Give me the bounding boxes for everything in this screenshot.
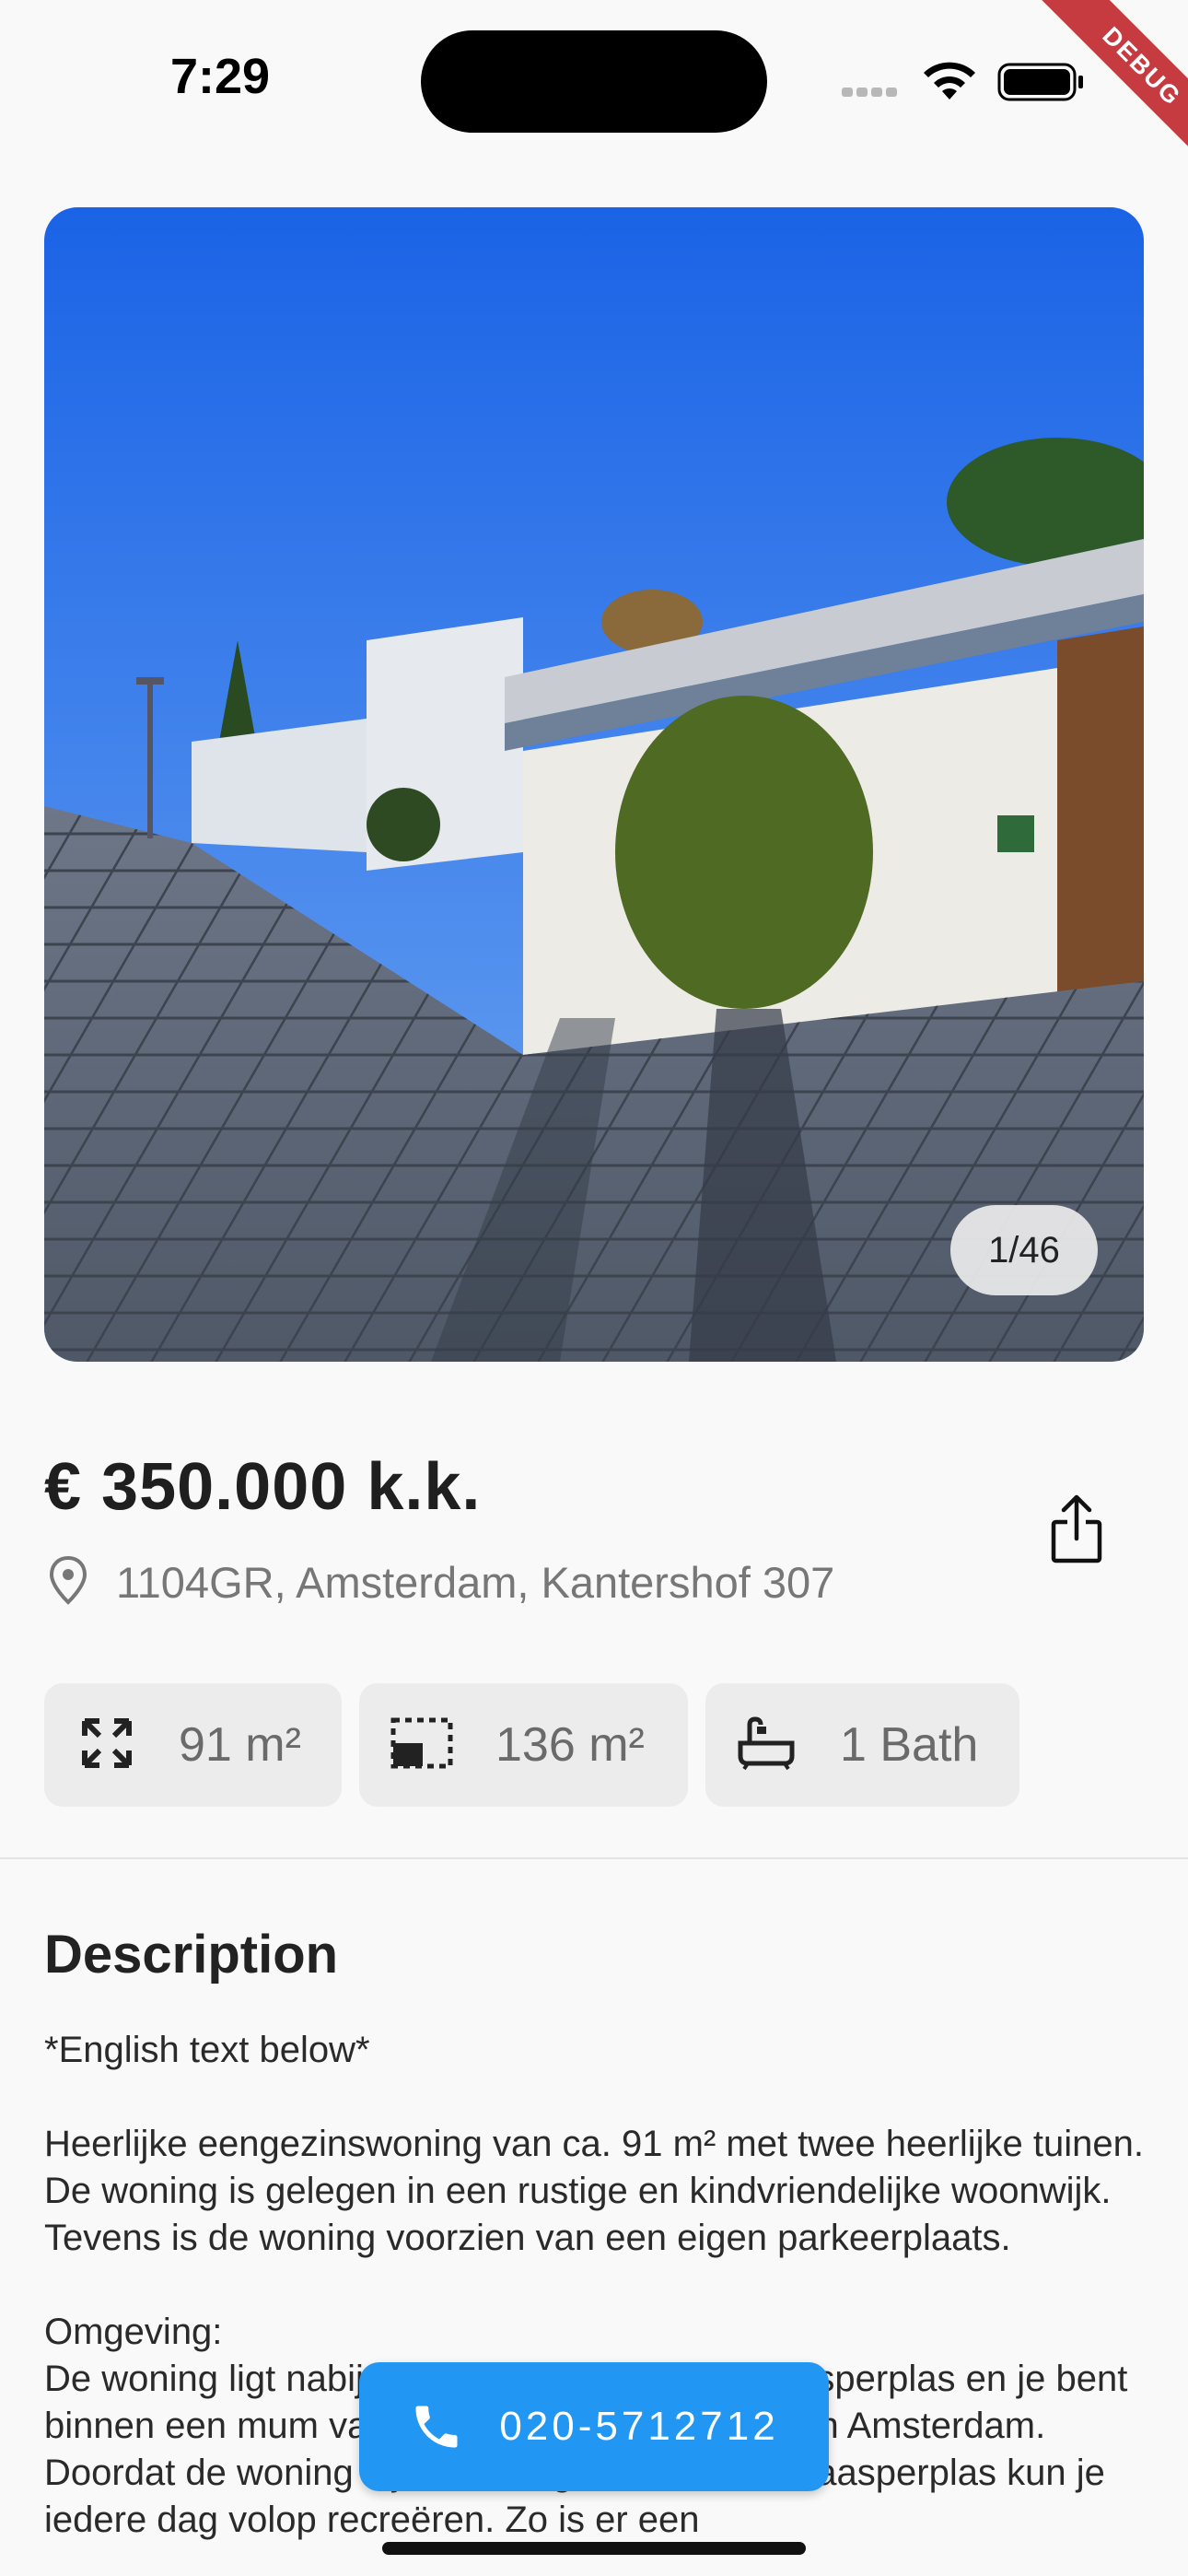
dynamic-island [421,30,767,133]
feature-chip-label: 136 m² [495,1718,645,1772]
address-row: 1104GR, Amsterdam, Kantershof 307 [48,1555,834,1610]
share-icon [1051,1494,1102,1563]
battery-icon [997,63,1086,106]
feature-chip-label: 91 m² [179,1718,301,1772]
cellular-signal-icon [842,85,901,101]
plot-area-icon [390,1717,453,1774]
phone-icon [409,2399,464,2454]
section-divider [0,1857,1188,1859]
feature-chip-living-area: 91 m² [44,1683,342,1807]
status-bar: 7:29 DEBUG [0,0,1188,175]
feature-chip-plot-area: 136 m² [359,1683,688,1807]
photo-counter: 1/46 [950,1205,1098,1295]
feature-chip-label: 1 Bath [840,1718,979,1772]
listing-address: 1104GR, Amsterdam, Kantershof 307 [116,1558,835,1607]
bathtub-icon [737,1715,796,1775]
feature-chips: 91 m² 136 m² 1 Bath [44,1683,1037,1807]
property-photo[interactable]: 1/46 [44,207,1144,1362]
listing-price: € 350.000 k.k. [44,1450,482,1524]
home-indicator [382,2542,806,2555]
expand-icon [81,1717,133,1774]
location-pin-icon [48,1555,88,1610]
wifi-icon [920,59,979,106]
share-button[interactable] [1045,1493,1108,1571]
status-time: 7:29 [170,49,271,104]
call-button[interactable]: 020-5712712 [359,2362,829,2491]
call-button-label: 020-5712712 [499,2404,779,2449]
description-title: Description [44,1925,339,1985]
feature-chip-bathrooms: 1 Bath [705,1683,1019,1807]
